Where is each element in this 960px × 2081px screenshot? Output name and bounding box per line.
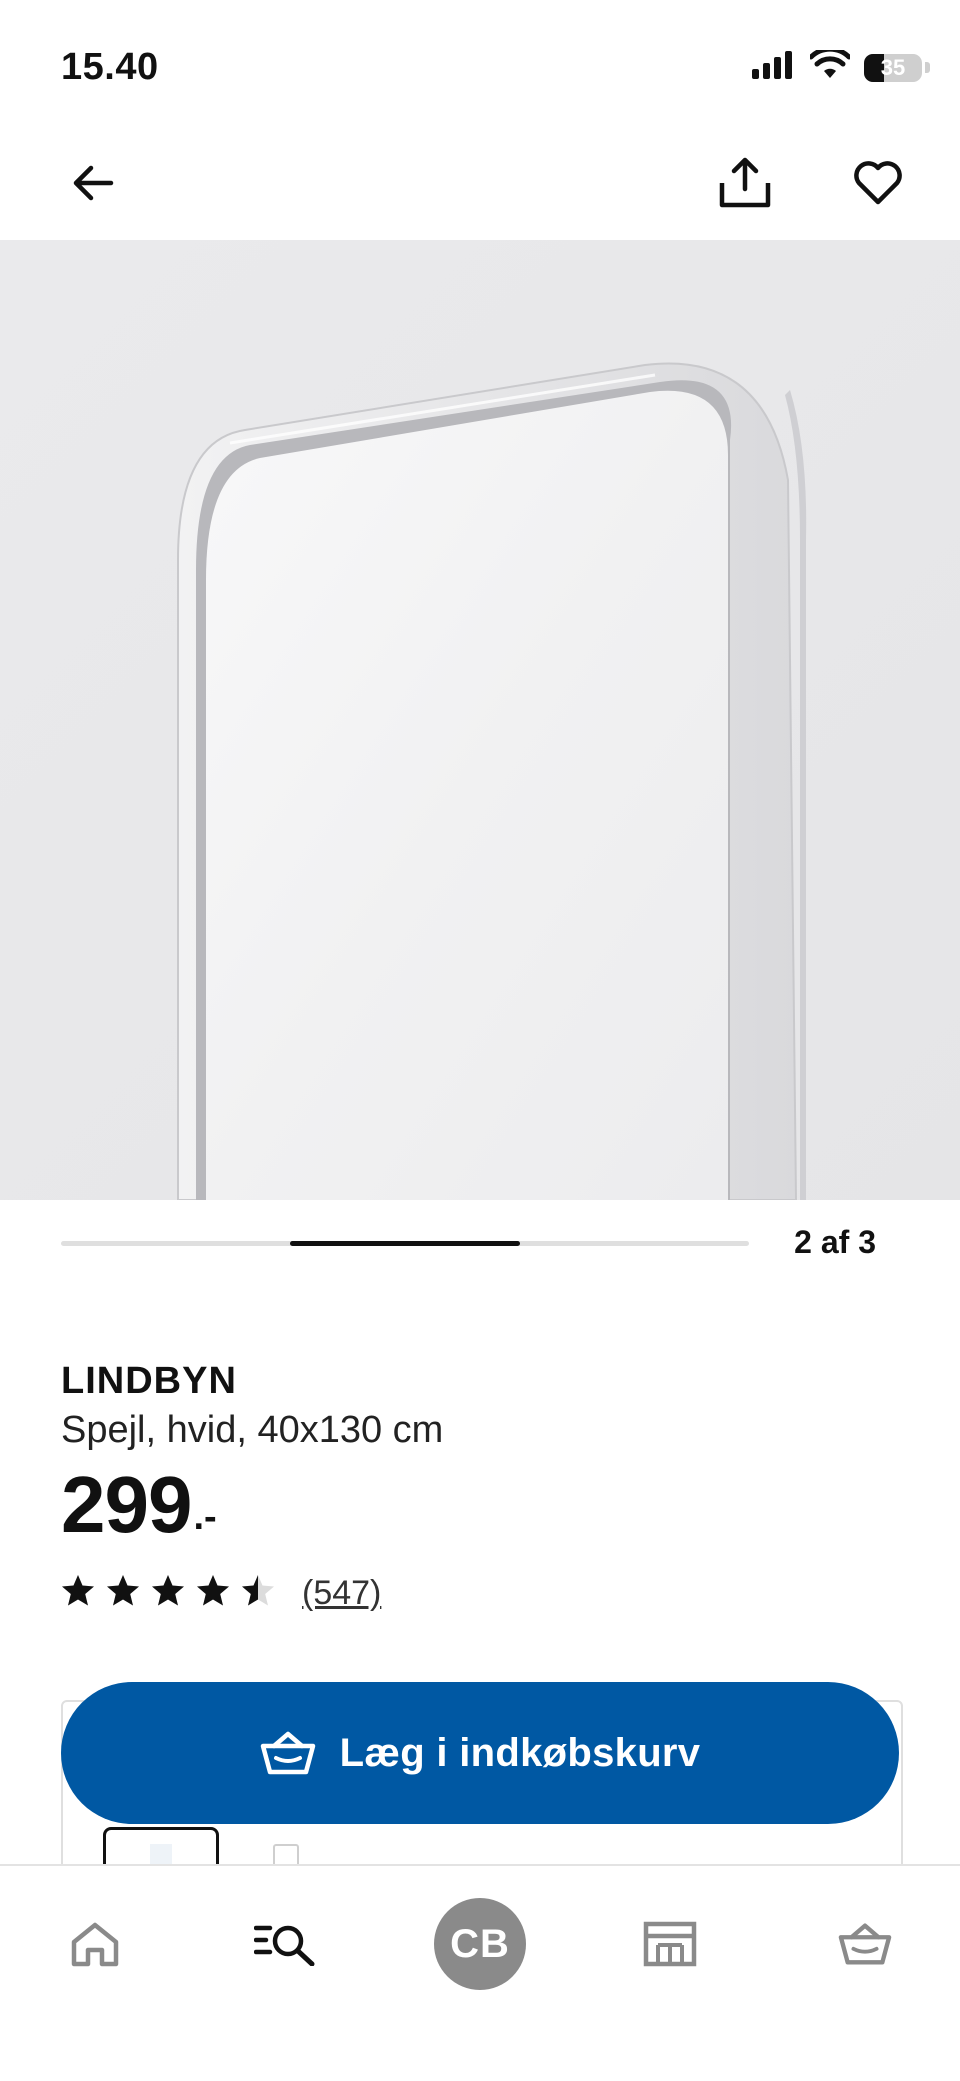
favorite-button[interactable] [838,143,918,223]
carousel-counter: 2 af 3 [794,1224,876,1260]
add-to-cart-button[interactable]: Læg i indkøbskurv [61,1682,899,1824]
cellular-signal-icon [752,51,796,84]
back-arrow-icon [73,165,114,201]
battery-icon: 35 [864,53,922,82]
product-price: 299 .- [61,1465,217,1545]
price-value: 299 [61,1460,192,1549]
image-carousel-indicator: 2 af 3 [0,1200,960,1290]
product-rating[interactable]: (547) [61,1574,381,1613]
star-icon [62,1575,94,1606]
tab-search[interactable] [235,1894,335,1994]
rating-stars [61,1574,286,1613]
product-description: Spejl, hvid, 40x130 cm [61,1409,444,1451]
star-icon [152,1575,184,1606]
bottom-tab-bar: CB [0,1864,960,2081]
tab-profile[interactable]: CB [430,1894,530,1994]
status-icons: 35 [752,46,930,85]
share-button[interactable] [705,143,785,223]
top-nav [0,130,960,240]
star-icon [242,1575,274,1606]
carousel-progress [290,1241,520,1246]
star-icon [107,1575,139,1606]
store-icon [643,1921,697,1967]
carousel-track [61,1241,749,1246]
product-name: LINDBYN [61,1360,237,1402]
tab-home[interactable] [45,1894,145,1994]
back-button[interactable] [53,143,133,223]
star-icon [197,1575,229,1606]
product-image[interactable] [0,240,960,1200]
heart-icon [854,161,902,205]
basket-icon [260,1731,315,1775]
status-time: 15.40 [61,46,159,88]
profile-avatar: CB [434,1898,526,1990]
status-bar: 15.40 35 [0,0,960,130]
share-icon [719,157,771,208]
battery-cap [925,62,930,73]
tab-basket[interactable] [815,1894,915,1994]
wifi-icon [808,46,852,85]
basket-icon [838,1923,892,1965]
price-suffix: .- [193,1496,217,1538]
mirror-image [0,240,960,1200]
review-count-link[interactable]: (547) [302,1574,381,1613]
home-icon [71,1922,119,1967]
add-to-cart-label: Læg i indkøbskurv [339,1730,701,1775]
tab-stores[interactable] [620,1894,720,1994]
battery-percent: 35 [880,54,906,80]
search-icon [254,1925,315,1966]
